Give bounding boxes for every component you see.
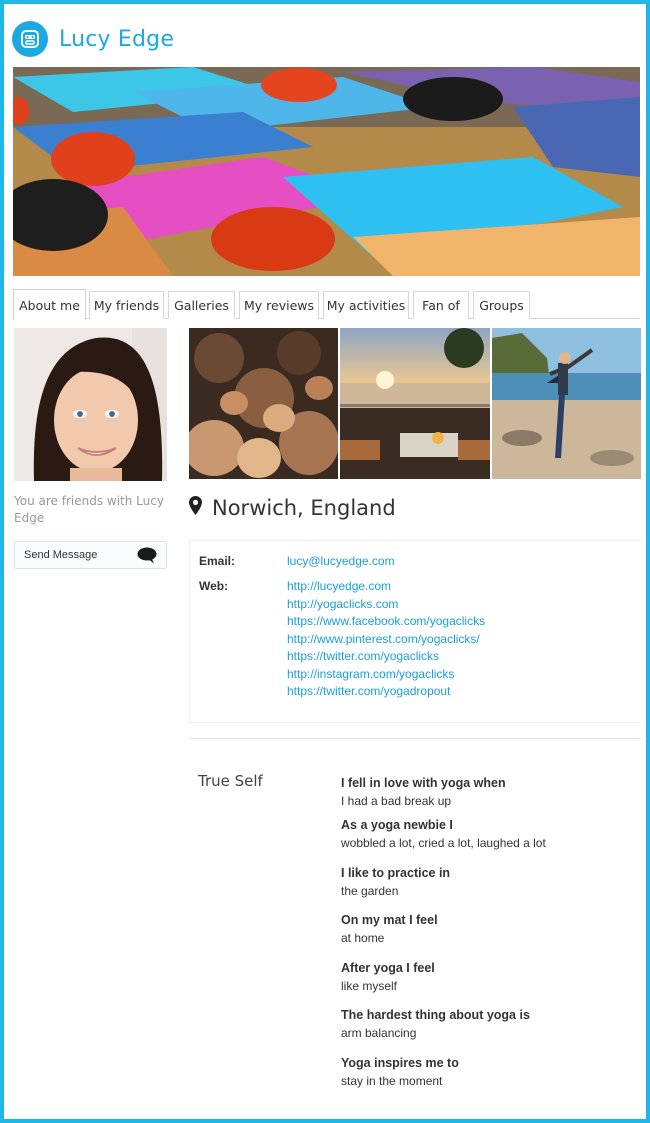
qa-item: After yoga I feel like myself	[341, 959, 631, 995]
tab-about-me[interactable]: About me	[13, 289, 86, 320]
location: Norwich, England	[189, 496, 396, 520]
qa-item: Yoga inspires me to stay in the moment	[341, 1054, 631, 1090]
gallery-photo[interactable]	[189, 328, 339, 479]
contact-details: Email: lucy@lucyedge.com Web: http://luc…	[189, 540, 641, 723]
qa-answer: arm balancing	[341, 1026, 417, 1040]
qa-item: I fell in love with yoga when I had a ba…	[341, 774, 631, 810]
send-message-button[interactable]: Send Message	[14, 541, 167, 569]
tab-my-activities[interactable]: My activities	[323, 291, 409, 319]
qa-question: I fell in love with yoga when	[341, 776, 506, 790]
section-divider	[189, 738, 641, 739]
qa-answer: I had a bad break up	[341, 794, 452, 808]
yoga-face-icon[interactable]	[12, 21, 48, 57]
web-link[interactable]: https://twitter.com/yogadropout	[287, 684, 450, 698]
web-link[interactable]: http://www.pinterest.com/yogaclicks/	[287, 632, 480, 646]
location-text: Norwich, England	[212, 496, 396, 520]
qa-item: On my mat I feel at home	[341, 911, 631, 947]
speech-bubble-icon	[137, 547, 157, 567]
email-label: Email:	[199, 554, 236, 568]
qa-answer: wobbled a lot, cried a lot, laughed a lo…	[341, 836, 546, 850]
qa-item: I like to practice in the garden	[341, 864, 631, 900]
avatar	[14, 328, 167, 481]
tab-groups[interactable]: Groups	[473, 291, 530, 319]
web-label: Web:	[199, 579, 229, 593]
cover-banner	[13, 67, 640, 276]
qa-question: I like to practice in	[341, 866, 451, 880]
web-link[interactable]: http://lucyedge.com	[287, 579, 391, 593]
tab-fan-of[interactable]: Fan of	[413, 291, 469, 319]
email-link[interactable]: lucy@lucyedge.com	[287, 554, 395, 568]
tab-my-friends[interactable]: My friends	[89, 291, 164, 319]
photo-gallery-strip	[189, 328, 641, 479]
web-link[interactable]: http://yogaclicks.com	[287, 597, 398, 611]
send-message-label: Send Message	[24, 549, 98, 561]
profile-tabs: About me My friends Galleries My reviews…	[13, 289, 640, 320]
map-pin-icon	[189, 496, 202, 520]
qa-item: The hardest thing about yoga is arm bala…	[341, 1006, 631, 1042]
tab-galleries[interactable]: Galleries	[168, 291, 235, 319]
gallery-photo[interactable]	[491, 328, 641, 479]
qa-answer: at home	[341, 931, 385, 945]
qa-answer: the garden	[341, 884, 399, 898]
qa-question: The hardest thing about yoga is	[341, 1008, 530, 1022]
qa-item: As a yoga newbie I wobbled a lot, cried …	[341, 816, 631, 852]
tab-my-reviews[interactable]: My reviews	[239, 291, 319, 319]
web-link[interactable]: https://twitter.com/yogaclicks	[287, 649, 439, 663]
qa-question: As a yoga newbie I	[341, 818, 453, 832]
qa-question: Yoga inspires me to	[341, 1056, 459, 1070]
site-header: Lucy Edge	[12, 20, 174, 58]
web-link[interactable]: https://www.facebook.com/yogaclicks	[287, 614, 485, 628]
site-title[interactable]: Lucy Edge	[59, 27, 174, 52]
qa-answer: stay in the moment	[341, 1074, 443, 1088]
friend-status: You are friends with Lucy Edge	[14, 494, 164, 525]
web-link[interactable]: http://instagram.com/yogaclicks	[287, 667, 454, 681]
qa-answer: like myself	[341, 979, 398, 993]
qa-question: After yoga I feel	[341, 961, 435, 975]
gallery-photo[interactable]	[340, 328, 490, 479]
qa-question: On my mat I feel	[341, 913, 438, 927]
true-self-title: True Self	[198, 772, 263, 790]
